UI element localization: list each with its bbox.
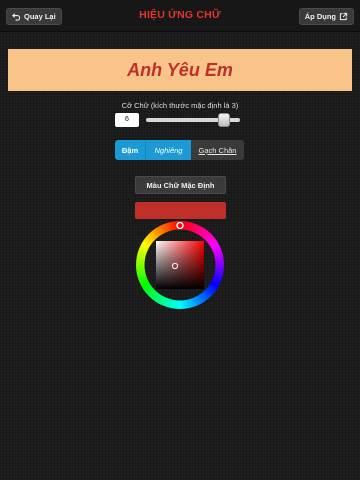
text-preview: Anh Yêu Em <box>8 49 352 91</box>
italic-button[interactable]: Nghiêng <box>145 140 191 160</box>
apply-button[interactable]: Áp Dụng <box>298 8 354 25</box>
default-color-button[interactable]: Màu Chữ Mặc Định <box>135 176 226 194</box>
top-bar: Quay Lại HIỆU ỨNG CHỮ Áp Dụng <box>0 0 360 32</box>
font-size-value[interactable]: 6 <box>115 113 139 127</box>
apply-button-label: Áp Dụng <box>304 12 336 21</box>
underline-button[interactable]: Gạch Chân <box>191 140 244 160</box>
text-style-group: Đậm Nghiêng Gạch Chân <box>115 140 244 160</box>
font-size-slider[interactable] <box>146 112 240 128</box>
slider-handle[interactable] <box>218 113 231 127</box>
font-size-label: Cỡ Chữ (kích thước mặc định là 3) <box>121 101 239 110</box>
bold-button[interactable]: Đậm <box>115 140 145 160</box>
share-icon <box>339 12 348 21</box>
selected-color-swatch <box>135 202 226 219</box>
color-picker[interactable] <box>135 220 225 310</box>
preview-text: Anh Yêu Em <box>127 59 233 80</box>
